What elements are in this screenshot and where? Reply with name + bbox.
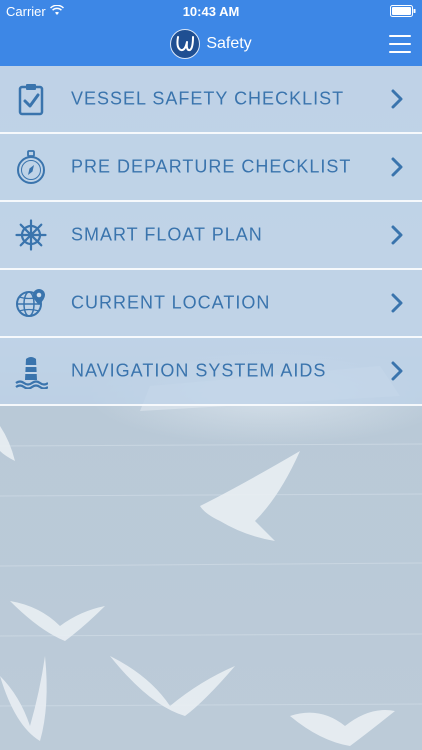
menu-item-label: SMART FLOAT PLAN [71, 224, 263, 245]
carrier-label: Carrier [6, 3, 46, 19]
page-title: Safety [206, 35, 252, 52]
chevron-right-icon [391, 157, 403, 177]
menu-item-navigation-system-aids[interactable]: NAVIGATION SYSTEM AIDS [0, 338, 422, 406]
hamburger-line [389, 51, 411, 53]
menu-item-vessel-safety-checklist[interactable]: VESSEL SAFETY CHECKLIST [0, 66, 422, 134]
menu-item-label: PRE DEPARTURE CHECKLIST [71, 156, 352, 177]
wifi-icon [49, 4, 64, 19]
nav-title-group: Safety [170, 29, 252, 59]
battery-icon [390, 5, 416, 17]
app-logo-icon [170, 29, 201, 59]
hamburger-menu-button[interactable] [388, 32, 412, 56]
menu-item-label: CURRENT LOCATION [71, 292, 271, 313]
chevron-right-icon [391, 361, 403, 381]
status-left: Carrier [6, 4, 64, 19]
hamburger-line [389, 35, 411, 37]
chevron-right-icon [391, 89, 403, 109]
hamburger-line [389, 43, 411, 45]
ship-wheel-icon [14, 218, 48, 252]
chevron-right-icon [391, 293, 403, 313]
clipboard-check-icon [14, 82, 48, 116]
menu-item-label: NAVIGATION SYSTEM AIDS [71, 360, 327, 381]
buoy-icon [14, 354, 48, 389]
status-bar: Carrier 10:43 AM [0, 0, 422, 22]
menu-item-label: VESSEL SAFETY CHECKLIST [71, 88, 345, 109]
compass-icon [14, 150, 48, 184]
chevron-right-icon [391, 225, 403, 245]
menu-item-current-location[interactable]: CURRENT LOCATION [0, 270, 422, 338]
safety-menu-list: VESSEL SAFETY CHECKLIST PRE DEPARTURE CH… [0, 66, 422, 406]
menu-item-pre-departure-checklist[interactable]: PRE DEPARTURE CHECKLIST [0, 134, 422, 202]
nav-bar: Safety [0, 22, 422, 66]
globe-pin-icon [14, 286, 48, 320]
menu-item-smart-float-plan[interactable]: SMART FLOAT PLAN [0, 202, 422, 270]
